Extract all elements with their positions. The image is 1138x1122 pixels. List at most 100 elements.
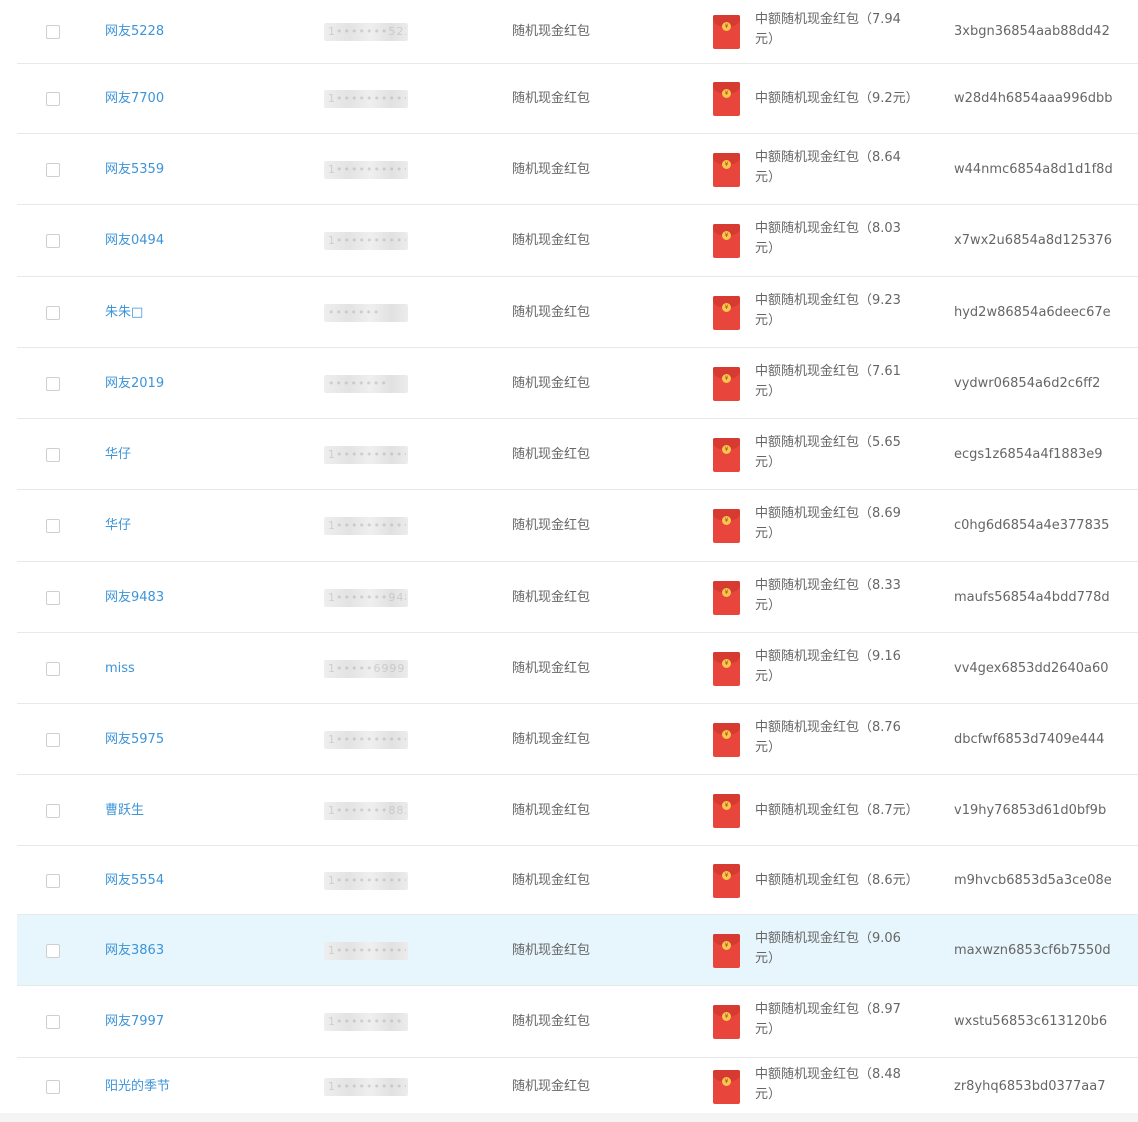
table-row[interactable]: 阳光的季节 1••••••••••• 随机现金红包 ¥ 中额随机现金红包（8.48元） z… xyxy=(17,1058,1138,1116)
nickname-link[interactable]: 网友3863 xyxy=(105,943,164,959)
nickname-link[interactable]: 网友5554 xyxy=(105,873,164,889)
phone-number-text: 1••••••••••• xyxy=(328,234,406,247)
row-checkbox[interactable] xyxy=(46,25,60,39)
coupon-code: vydwr06854a6d2c6ff2 xyxy=(954,376,1101,391)
coupon-type: 随机现金红包 xyxy=(512,1014,591,1029)
nickname-link[interactable]: 网友2019 xyxy=(105,376,164,392)
coin-icon: ¥ xyxy=(722,801,731,810)
coin-icon: ¥ xyxy=(722,588,731,597)
prize-name: 中额随机现金红包（8.97元） xyxy=(755,1002,901,1037)
table-row[interactable]: 网友9483 1•••••••9483 随机现金红包 ¥ 中额随机现金红包（8.33元）… xyxy=(17,562,1138,633)
nickname-link[interactable]: miss xyxy=(105,661,135,677)
row-checkbox[interactable] xyxy=(46,733,60,747)
table-row[interactable]: 网友5554 1••••••••••• 随机现金红包 ¥ 中额随机现金红包（8.6元） m… xyxy=(17,846,1138,915)
coupon-type: 随机现金红包 xyxy=(512,305,591,320)
nickname-link[interactable]: 曹跃生 xyxy=(105,803,144,819)
coupon-code: maufs56854a4bdd778d xyxy=(954,590,1110,605)
coupon-code: w44nmc6854a8d1d1f8d xyxy=(954,162,1113,177)
phone-number-text: 1••••••••••• xyxy=(328,92,406,105)
row-checkbox[interactable] xyxy=(46,234,60,248)
table-row[interactable]: miss 1•••••69999 随机现金红包 ¥ 中额随机现金红包（9.16元） vv4… xyxy=(17,633,1138,704)
red-envelope-icon: ¥ xyxy=(713,153,740,187)
coin-icon: ¥ xyxy=(722,659,731,668)
red-envelope-icon: ¥ xyxy=(713,367,740,401)
coupon-code: v19hy76853d61d0bf9b xyxy=(954,803,1107,818)
red-envelope-icon: ¥ xyxy=(713,438,740,472)
nickname-link[interactable]: 网友5975 xyxy=(105,732,164,748)
coupon-code: vv4gex6853dd2640a60 xyxy=(954,661,1109,676)
coin-icon: ¥ xyxy=(722,871,731,880)
coupon-type: 随机现金红包 xyxy=(512,873,591,888)
coin-icon: ¥ xyxy=(722,303,731,312)
nickname-link[interactable]: 网友7997 xyxy=(105,1014,164,1030)
phone-number-blurred: •••••••• xyxy=(324,375,408,393)
red-envelope-icon: ¥ xyxy=(713,934,740,968)
coin-icon: ¥ xyxy=(722,445,731,454)
phone-number-blurred: 1••••••••••• xyxy=(324,942,408,960)
table-row[interactable]: 曹跃生 1•••••••8824 随机现金红包 ¥ 中额随机现金红包（8.7元） v19h… xyxy=(17,775,1138,846)
table-row[interactable]: 网友3863 1••••••••••• 随机现金红包 ¥ 中额随机现金红包（9.06元）… xyxy=(17,915,1138,986)
row-checkbox[interactable] xyxy=(46,1080,60,1094)
nickname-link[interactable]: 华仔 xyxy=(105,447,131,463)
table-row[interactable]: 华仔 1••••••••••• 随机现金红包 ¥ 中额随机现金红包（8.69元） c0hg… xyxy=(17,490,1138,562)
row-checkbox[interactable] xyxy=(46,448,60,462)
row-checkbox[interactable] xyxy=(46,662,60,676)
nickname-link[interactable]: 阳光的季节 xyxy=(105,1079,170,1095)
phone-number-text: 1•••••••8824 xyxy=(328,804,406,817)
red-envelope-icon: ¥ xyxy=(713,82,740,116)
row-checkbox[interactable] xyxy=(46,874,60,888)
phone-number-blurred: 1•••••69999 xyxy=(324,660,408,678)
phone-number-blurred: 1••••••••••• xyxy=(324,731,408,749)
coupon-type: 随机现金红包 xyxy=(512,24,591,39)
row-checkbox[interactable] xyxy=(46,92,60,106)
coupon-type: 随机现金红包 xyxy=(512,1079,591,1094)
phone-number-blurred: 1••••••••••• xyxy=(324,517,408,535)
table-row[interactable]: 网友7700 1••••••••••• 随机现金红包 ¥ 中额随机现金红包（9.2元） w… xyxy=(17,64,1138,134)
nickname-link[interactable]: 华仔 xyxy=(105,518,131,534)
phone-number-blurred: 1•••••••5228 xyxy=(324,23,408,41)
row-checkbox[interactable] xyxy=(46,377,60,391)
horizontal-scrollbar-track[interactable] xyxy=(0,1113,1138,1122)
red-envelope-icon: ¥ xyxy=(713,296,740,330)
table-row[interactable]: 朱朱□ ••••••• 随机现金红包 ¥ 中额随机现金红包（9.23元） hyd2w868… xyxy=(17,277,1138,348)
row-checkbox[interactable] xyxy=(46,1015,60,1029)
table-row[interactable]: 网友5228 1•••••••5228 随机现金红包 ¥ 中额随机现金红包（7.94元）… xyxy=(17,0,1138,64)
coupon-code: zr8yhq6853bd0377aa7 xyxy=(954,1079,1106,1094)
table-row[interactable]: 网友5359 1•••••••••••• 随机现金红包 ¥ 中额随机现金红包（8.64元… xyxy=(17,134,1138,205)
phone-number-text: 1•••••••9483 xyxy=(328,591,406,604)
table-row[interactable]: 网友7997 1••••••••• 随机现金红包 ¥ 中额随机现金红包（8.97元） wx… xyxy=(17,986,1138,1058)
phone-number-text: 1••••••••••• xyxy=(328,519,406,532)
coin-icon: ¥ xyxy=(722,941,731,950)
phone-number-blurred: 1••••••••••• xyxy=(324,872,408,890)
prize-name: 中额随机现金红包（8.48元） xyxy=(755,1067,901,1102)
red-envelope-icon: ¥ xyxy=(713,723,740,757)
nickname-link[interactable]: 网友9483 xyxy=(105,590,164,606)
nickname-link[interactable]: 网友5359 xyxy=(105,162,164,178)
table-row[interactable]: 网友5975 1••••••••••• 随机现金红包 ¥ 中额随机现金红包（8.76元）… xyxy=(17,704,1138,775)
red-envelope-icon: ¥ xyxy=(713,794,740,828)
nickname-link[interactable]: 网友7700 xyxy=(105,91,164,107)
nickname-link[interactable]: 网友0494 xyxy=(105,233,164,249)
prize-name: 中额随机现金红包（8.33元） xyxy=(755,578,901,613)
coupon-type: 随机现金红包 xyxy=(512,661,591,676)
phone-number-text: 1•••••••5228 xyxy=(328,25,406,38)
table-row[interactable]: 华仔 1••••••••••• 随机现金红包 ¥ 中额随机现金红包（5.65元） ecgs… xyxy=(17,419,1138,490)
row-checkbox[interactable] xyxy=(46,804,60,818)
table-row[interactable]: 网友0494 1••••••••••• 随机现金红包 ¥ 中额随机现金红包（8.03元）… xyxy=(17,205,1138,277)
coupon-code: wxstu56853c613120b6 xyxy=(954,1014,1108,1029)
coupon-code: w28d4h6854aaa996dbb xyxy=(954,91,1113,106)
row-checkbox[interactable] xyxy=(46,591,60,605)
row-checkbox[interactable] xyxy=(46,519,60,533)
coin-icon: ¥ xyxy=(722,89,731,98)
red-envelope-icon: ¥ xyxy=(713,581,740,615)
row-checkbox[interactable] xyxy=(46,944,60,958)
prize-name: 中额随机现金红包（8.7元） xyxy=(755,803,919,818)
row-checkbox[interactable] xyxy=(46,163,60,177)
prize-name: 中额随机现金红包（8.64元） xyxy=(755,150,901,185)
coupon-code: maxwzn6853cf6b7550d xyxy=(954,943,1111,958)
prize-name: 中额随机现金红包（7.61元） xyxy=(755,364,901,399)
row-checkbox[interactable] xyxy=(46,306,60,320)
table-row[interactable]: 网友2019 •••••••• 随机现金红包 ¥ 中额随机现金红包（7.61元） vydw… xyxy=(17,348,1138,419)
nickname-link[interactable]: 网友5228 xyxy=(105,24,164,40)
nickname-link[interactable]: 朱朱□ xyxy=(105,305,143,321)
